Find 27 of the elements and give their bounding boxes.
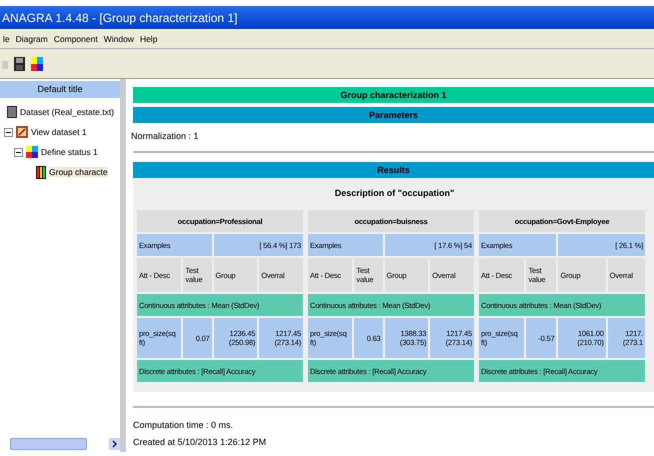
menu-item[interactable]: Window xyxy=(100,34,137,44)
save-icon[interactable] xyxy=(14,56,25,70)
tree-item[interactable]: Dataset (Real_estate.txt) xyxy=(20,107,114,117)
bar-chart-icon xyxy=(36,166,46,178)
menu-item[interactable]: Diagram xyxy=(12,34,51,44)
menu-item[interactable]: Component xyxy=(50,34,101,44)
section-header: Results xyxy=(133,162,654,178)
collapse-icon[interactable] xyxy=(14,148,23,156)
tree-item[interactable]: Group characte xyxy=(49,167,108,177)
computation-time: Computation time : 0 ms. xyxy=(133,419,234,432)
scrollbar-thumb[interactable] xyxy=(10,438,87,450)
status-icon xyxy=(26,146,38,158)
menu-item[interactable]: Help xyxy=(136,34,160,44)
dataset-view-icon xyxy=(16,126,28,138)
menu-item[interactable]: le xyxy=(0,34,13,44)
parameter-text: Normalization : 1 xyxy=(131,131,200,141)
tree-title: Default title xyxy=(0,81,120,98)
section-header: Parameters xyxy=(133,107,654,123)
table-icon xyxy=(7,106,17,118)
created-time: Created at 5/10/2013 1:26:12 PM xyxy=(133,436,268,449)
tree-item[interactable]: View dataset 1 xyxy=(31,127,87,137)
window-title: ANAGRA 1.4.48 - [Group characterization 1] xyxy=(0,6,654,29)
description-title: Description of "occupation" xyxy=(334,188,456,198)
report-title: Group characterization 1 xyxy=(133,87,654,103)
collapse-icon[interactable] xyxy=(4,128,13,136)
status-icon[interactable] xyxy=(31,56,43,70)
tree-item[interactable]: Define status 1 xyxy=(41,147,98,157)
